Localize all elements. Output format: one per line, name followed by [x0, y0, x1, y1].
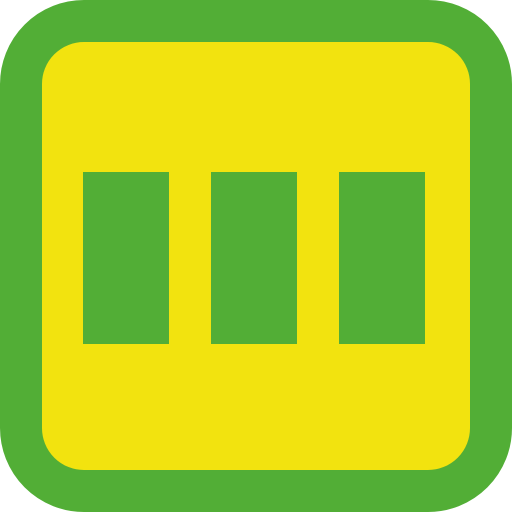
bar-middle [211, 172, 297, 344]
bar-right [339, 172, 425, 344]
bar-left [83, 172, 169, 344]
three-bars-icon [0, 0, 512, 512]
